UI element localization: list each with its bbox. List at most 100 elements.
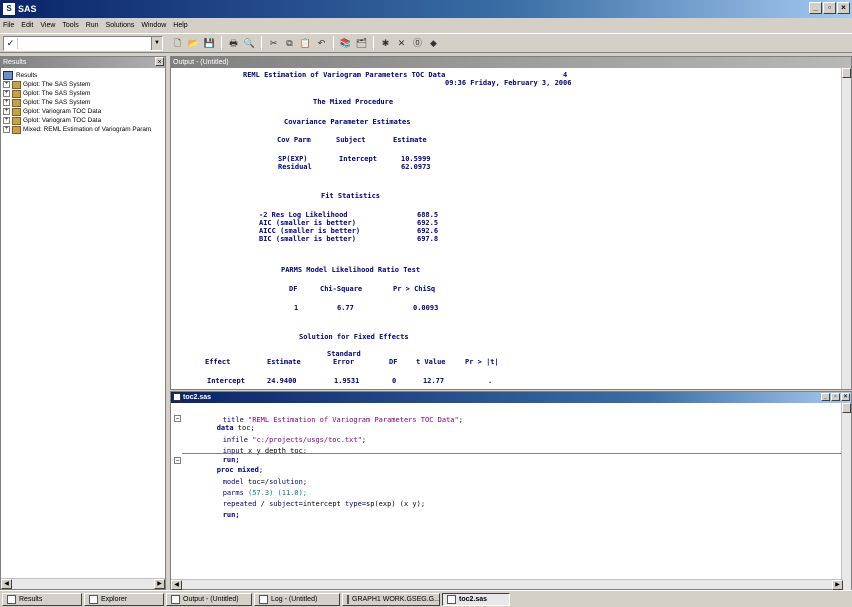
- tree-root[interactable]: Results: [3, 70, 163, 80]
- tree-item-label: Gplot: The SAS System: [23, 90, 91, 97]
- close-icon[interactable]: ×: [155, 57, 164, 66]
- tree-item[interactable]: + Gplot: Variogram TOC Data: [3, 107, 163, 116]
- fixed-header: t Value: [416, 358, 446, 366]
- tab-explorer[interactable]: Explorer: [84, 592, 164, 606]
- submit-command-icon[interactable]: ✓: [4, 37, 18, 49]
- tree-item[interactable]: + Gplot: The SAS System: [3, 89, 163, 98]
- tree-root-label: Results: [16, 71, 38, 79]
- code-line: infile "c:/projects/usgs/toc.txt";: [189, 424, 366, 444]
- fixed-cell: 0: [392, 377, 397, 385]
- menu-file[interactable]: File: [3, 22, 14, 29]
- print-preview-icon[interactable]: 🔍: [243, 37, 256, 50]
- output-window: Output - (Untitled) REML Estimation of V…: [170, 56, 852, 390]
- code-editor[interactable]: title "REML Estimation of Variogram Para…: [171, 403, 843, 575]
- expand-icon[interactable]: +: [3, 108, 10, 115]
- break-icon[interactable]: ⓪: [411, 37, 424, 50]
- menu-view[interactable]: View: [40, 22, 55, 29]
- output-vscrollbar[interactable]: [841, 68, 851, 389]
- results-hscrollbar[interactable]: ◀ ▶: [1, 578, 165, 589]
- collapse-icon[interactable]: −: [174, 457, 181, 464]
- output-icon: [12, 98, 21, 107]
- procedure-title: The Mixed Procedure: [313, 98, 394, 106]
- scroll-left-icon[interactable]: ◀: [171, 580, 182, 590]
- new-library-icon[interactable]: 📚: [339, 37, 352, 50]
- code-text: ;: [458, 416, 463, 424]
- editor-hscrollbar[interactable]: ◀ ▶: [171, 579, 843, 590]
- scroll-right-icon[interactable]: ▶: [832, 580, 843, 590]
- menu-window[interactable]: Window: [141, 22, 166, 29]
- scroll-up-icon[interactable]: [842, 403, 851, 413]
- expand-icon[interactable]: +: [3, 126, 10, 133]
- menu-solutions[interactable]: Solutions: [106, 22, 135, 29]
- menu-help[interactable]: Help: [173, 22, 187, 29]
- expand-icon[interactable]: +: [3, 117, 10, 124]
- open-icon[interactable]: 📂: [187, 37, 200, 50]
- code-text: ;: [361, 436, 367, 444]
- copy-icon[interactable]: ⧉: [283, 37, 296, 50]
- tree-item[interactable]: + Gplot: Variogram TOC Data: [3, 116, 163, 125]
- expand-icon[interactable]: +: [3, 90, 10, 97]
- undo-icon[interactable]: ↶: [315, 37, 328, 50]
- output-icon: [171, 594, 180, 604]
- submit-icon[interactable]: ✱: [379, 37, 392, 50]
- tab-label: Results: [19, 595, 43, 603]
- menu-run[interactable]: Run: [86, 22, 99, 29]
- scroll-up-icon[interactable]: [842, 68, 851, 78]
- tab-results[interactable]: Results: [2, 592, 82, 606]
- maximize-button[interactable]: ▫: [823, 2, 836, 14]
- tab-editor[interactable]: toc2.sas: [442, 592, 510, 606]
- chevron-down-icon[interactable]: ▼: [151, 36, 162, 50]
- save-icon[interactable]: 💾: [203, 37, 216, 50]
- sas-app: S SAS _ ▫ × File Edit View Tools Run Sol…: [0, 0, 852, 607]
- minimize-button[interactable]: _: [821, 393, 830, 401]
- fixed-cell: 12.77: [423, 377, 445, 385]
- tree-item[interactable]: + Mixed: REML Estimation of Variogram Pa…: [3, 125, 163, 134]
- paste-icon[interactable]: 📋: [299, 37, 312, 50]
- collapse-icon[interactable]: −: [174, 415, 181, 422]
- results-tree: Results + Gplot: The SAS System + Gplot:…: [1, 68, 165, 136]
- print-icon[interactable]: 🖶: [227, 37, 240, 50]
- tree-item-label: Gplot: Variogram TOC Data: [23, 117, 102, 124]
- fixed-header: Effect: [205, 358, 231, 366]
- close-button[interactable]: ×: [837, 2, 850, 14]
- title-bar: S SAS _ ▫ ×: [0, 0, 852, 18]
- output-icon: [12, 116, 21, 125]
- fixed-std-label: Standard: [327, 350, 361, 358]
- tab-output[interactable]: Output - (Untitled): [166, 592, 252, 606]
- tab-log[interactable]: Log - (Untitled): [254, 592, 340, 606]
- scroll-right-icon[interactable]: ▶: [154, 579, 165, 589]
- tree-item-label: Gplot: The SAS System: [23, 81, 91, 88]
- expand-icon[interactable]: +: [3, 99, 10, 106]
- output-icon: [12, 125, 21, 134]
- fit-value: 688.5: [417, 211, 439, 219]
- tree-item[interactable]: + Gplot: The SAS System: [3, 98, 163, 107]
- close-button[interactable]: ×: [841, 393, 850, 401]
- editor-vscrollbar[interactable]: [841, 403, 851, 591]
- cut-icon[interactable]: ✂: [267, 37, 280, 50]
- help-icon[interactable]: ◆: [427, 37, 440, 50]
- cov-header: Estimate: [393, 136, 427, 144]
- output-title-label: Output - (Untitled): [173, 59, 229, 66]
- command-input[interactable]: [18, 36, 151, 50]
- menu-edit[interactable]: Edit: [21, 22, 33, 29]
- new-icon[interactable]: 🗋: [171, 37, 184, 50]
- fit-value: 692.5: [417, 219, 439, 227]
- lrt-title: PARMS Model Likelihood Ratio Test: [281, 266, 421, 274]
- expand-icon[interactable]: +: [3, 81, 10, 88]
- lrt-cell: 6.77: [337, 304, 354, 312]
- scroll-left-icon[interactable]: ◀: [1, 579, 12, 589]
- cov-header: Subject: [336, 136, 366, 144]
- results-pane: Results × Results + Gplot: The SAS Syste…: [0, 56, 166, 590]
- menu-tools[interactable]: Tools: [62, 22, 78, 29]
- tab-graph[interactable]: GRAPH1 WORK.GSEG.G...: [342, 592, 440, 606]
- cov-title: Covariance Parameter Estimates: [284, 118, 411, 126]
- explorer-icon[interactable]: 🗂: [355, 37, 368, 50]
- code-line: parms (57.3) (11.0);: [189, 477, 307, 497]
- clear-all-icon[interactable]: ✕: [395, 37, 408, 50]
- maximize-button[interactable]: ▫: [831, 393, 840, 401]
- output-icon: [12, 80, 21, 89]
- output-icon: [12, 89, 21, 98]
- output-content: REML Estimation of Variogram Parameters …: [171, 68, 841, 389]
- minimize-button[interactable]: _: [809, 2, 822, 14]
- tree-item[interactable]: + Gplot: The SAS System: [3, 80, 163, 89]
